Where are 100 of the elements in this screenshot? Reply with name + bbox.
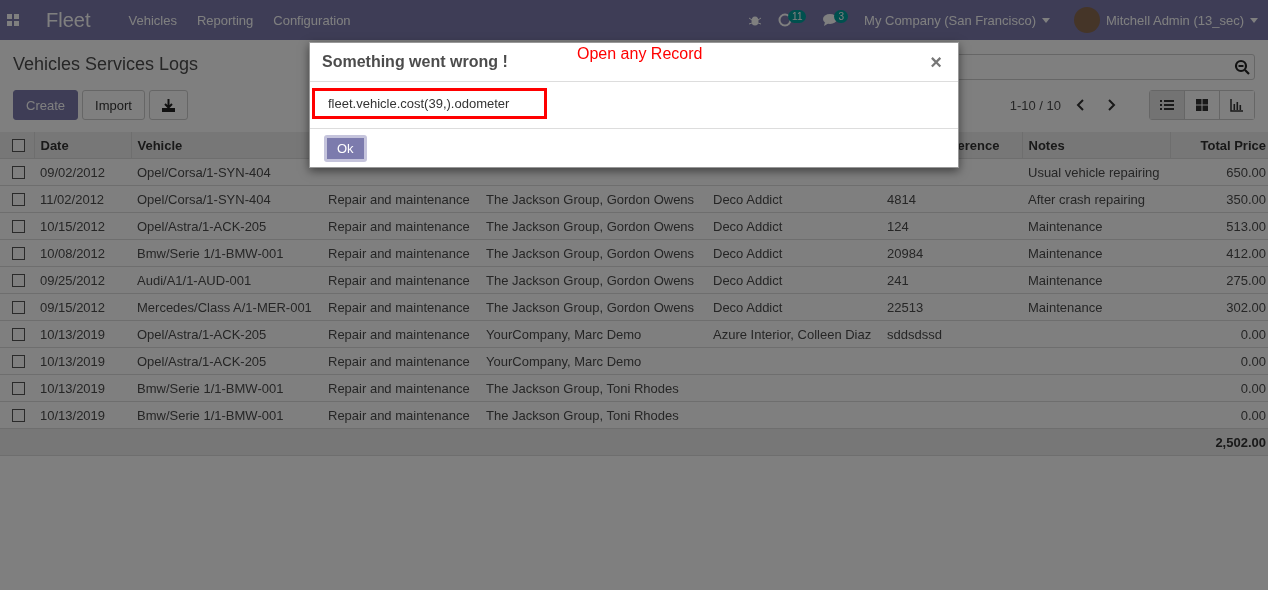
table-cell: YourCompany, Marc Demo — [486, 326, 642, 342]
close-button[interactable]: × — [926, 50, 946, 74]
pager-value: 1-10 / 10 — [1009, 97, 1061, 113]
checkbox[interactable] — [12, 300, 25, 314]
table-cell: 650.00 — [1226, 164, 1266, 180]
checkbox[interactable] — [12, 408, 25, 422]
view-switch-button[interactable] — [1150, 91, 1185, 119]
table-cell: Deco Addict — [713, 245, 783, 261]
table-cell: Deco Addict — [713, 218, 783, 234]
app-name[interactable]: Fleet — [46, 8, 91, 32]
company-switcher[interactable]: My Company (San Francisco) — [864, 12, 1036, 28]
table-cell: Repair and maintenance — [328, 299, 470, 315]
table-cell: Azure Interior, Colleen Diaz — [713, 326, 872, 342]
checkbox[interactable] — [12, 138, 25, 152]
checkbox[interactable] — [12, 165, 25, 179]
user-menu[interactable]: Mitchell Admin (13_sec) — [1106, 12, 1244, 28]
table-cell: Opel/Corsa/1-SYN-404 — [137, 191, 271, 207]
clock-icon[interactable] — [778, 13, 793, 27]
search-icon[interactable] — [1234, 59, 1250, 75]
checkbox[interactable] — [12, 354, 25, 368]
table-cell: Opel/Astra/1-ACK-205 — [137, 326, 267, 342]
table-cell: Repair and maintenance — [328, 272, 470, 288]
table-cell: 22513 — [887, 299, 924, 315]
table-cell: Deco Addict — [713, 299, 783, 315]
table-cell: 10/13/2019 — [40, 380, 106, 396]
table-cell: 09/25/2012 — [40, 272, 106, 288]
table-cell: Repair and maintenance — [328, 218, 470, 234]
table-cell: Opel/Corsa/1-SYN-404 — [137, 164, 271, 180]
checkbox[interactable] — [12, 327, 25, 341]
ok-button[interactable]: Ok — [324, 134, 367, 162]
list-icon — [1160, 98, 1174, 112]
page-title: Vehicles Services Logs — [13, 54, 199, 76]
grid-icon — [1195, 98, 1209, 112]
table-cell: The Jackson Group, Gordon Owens — [486, 245, 695, 261]
table-cell: 124 — [887, 218, 909, 234]
bar-chart-icon — [1230, 98, 1244, 112]
table-cell: After crash repairing — [1028, 191, 1146, 207]
table-cell: Maintenance — [1028, 245, 1103, 261]
table-cell: Opel/Astra/1-ACK-205 — [137, 353, 267, 369]
table-cell: The Jackson Group, Gordon Owens — [486, 299, 695, 315]
table-cell: 0.00 — [1240, 353, 1266, 369]
table-cell: The Jackson Group, Gordon Owens — [486, 272, 695, 288]
table-cell: Deco Addict — [713, 191, 783, 207]
table-cell: 09/02/2012 — [40, 164, 106, 180]
table-cell: 10/13/2019 — [40, 407, 106, 423]
checkbox[interactable] — [12, 219, 25, 233]
table-cell: The Jackson Group, Gordon Owens — [486, 218, 695, 234]
table-cell: Deco Addict — [713, 272, 783, 288]
table-cell: Audi/A1/1-AUD-001 — [137, 272, 252, 288]
table-cell: The Jackson Group, Toni Rhodes — [486, 407, 679, 423]
import-button[interactable]: Import — [82, 90, 145, 120]
download-button[interactable] — [148, 90, 188, 120]
table-cell: 302.00 — [1226, 299, 1266, 315]
table-cell: Repair and maintenance — [328, 245, 470, 261]
table-cell: 275.00 — [1226, 272, 1266, 288]
column-header[interactable]: Notes — [1028, 137, 1065, 153]
column-header[interactable]: Date — [40, 137, 69, 153]
chevron-left-icon[interactable] — [1075, 99, 1085, 111]
table-cell: YourCompany, Marc Demo — [486, 353, 642, 369]
table-cell: Repair and maintenance — [328, 407, 470, 423]
download-icon — [161, 98, 175, 112]
caret-icon[interactable] — [1042, 17, 1050, 23]
table-cell: 4814 — [887, 191, 916, 207]
chevron-right-icon[interactable] — [1107, 99, 1117, 111]
table-cell: Maintenance — [1028, 272, 1103, 288]
checkbox[interactable] — [12, 381, 25, 395]
checkbox[interactable] — [12, 273, 25, 287]
table-cell: Repair and maintenance — [328, 353, 470, 369]
checkbox[interactable] — [12, 246, 25, 260]
error-message: fleet.vehicle.cost(39,).odometer — [312, 88, 547, 119]
create-button[interactable]: Create — [13, 90, 79, 120]
table-cell: 20984 — [887, 245, 924, 261]
table-cell: Repair and maintenance — [328, 380, 470, 396]
menu-item[interactable]: Reporting — [186, 12, 264, 28]
checkbox[interactable] — [12, 192, 25, 206]
table-cell: 0.00 — [1240, 407, 1266, 423]
activity-count-badge: 11 — [788, 9, 807, 23]
apps-grid-icon[interactable] — [6, 13, 20, 27]
table-cell: Repair and maintenance — [328, 191, 470, 207]
table-cell: The Jackson Group, Toni Rhodes — [486, 380, 679, 396]
table-cell: 513.00 — [1226, 218, 1266, 234]
table-cell: 0.00 — [1240, 326, 1266, 342]
table-cell: Maintenance — [1028, 299, 1103, 315]
table-cell: 10/13/2019 — [40, 353, 106, 369]
message-count-badge: 3 — [834, 9, 849, 23]
table-cell: 350.00 — [1226, 191, 1266, 207]
table-cell: 0.00 — [1240, 380, 1266, 396]
table-cell: 11/02/2012 — [40, 191, 105, 207]
column-header[interactable]: erence — [957, 137, 1000, 153]
table-cell: 10/13/2019 — [40, 326, 106, 342]
table-cell: 09/15/2012 — [40, 299, 106, 315]
menu-item[interactable]: Configuration — [263, 12, 361, 28]
menu-item[interactable]: Vehicles — [118, 12, 187, 28]
caret-icon[interactable] — [1250, 17, 1258, 23]
column-header[interactable]: Vehicle — [137, 137, 183, 153]
total-sum: 2,502.00 — [1215, 434, 1266, 450]
table-cell: 241 — [887, 272, 909, 288]
table-cell: 412.00 — [1226, 245, 1266, 261]
table-cell: 10/15/2012 — [40, 218, 106, 234]
table-cell: Mercedes/Class A/1-MER-001 — [137, 299, 312, 315]
